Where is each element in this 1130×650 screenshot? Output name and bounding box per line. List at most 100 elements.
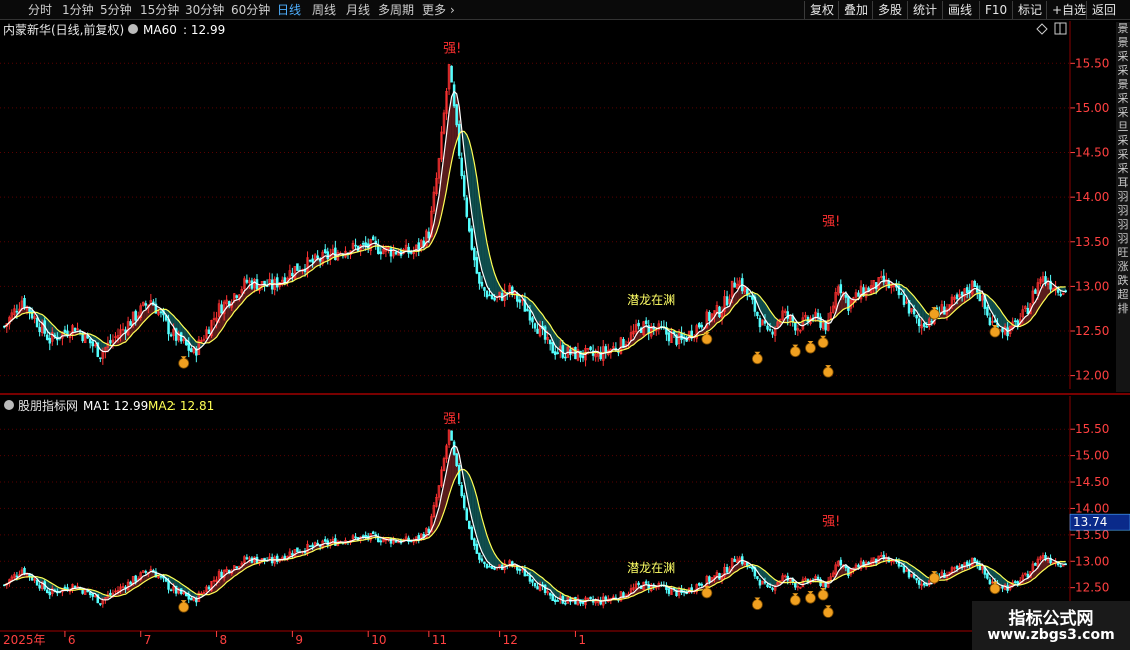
candle-body [296, 547, 299, 553]
ma2-value: : 12.81 [172, 399, 214, 413]
circle-down-icon[interactable] [128, 24, 138, 34]
candle-body [543, 326, 547, 340]
y-tick-label: 15.50 [1075, 422, 1109, 436]
stock-chart[interactable]: 内蒙新华(日线,前复权) MA60: 12.99 15.50 15.00 14.50 14… [0, 20, 1130, 650]
candle-body [334, 247, 337, 261]
period-tab-7[interactable]: 周线 [312, 2, 336, 18]
tool-button-4[interactable]: 画线 [942, 1, 977, 19]
candle-body [794, 582, 797, 588]
period-toolbar: 分时 1分钟 5分钟 15分钟 30分钟 60分钟 日线 周线 月线 多周期 更多 › 复权 叠加 多股 统计… [0, 0, 1130, 20]
candle-body [470, 526, 474, 540]
candle-body [839, 559, 843, 566]
candle-body [1001, 328, 1004, 333]
candle-body [323, 539, 327, 542]
y-tick-label: 14.50 [1075, 146, 1109, 160]
sub-indicator-panel[interactable]: 15.5015.0014.5014.0013.5013.0012.50强!强!潜… [0, 396, 1109, 622]
candle-body [129, 581, 132, 585]
candle-body [134, 310, 137, 321]
x-tick-label: 6 [68, 633, 76, 647]
candle-body [581, 601, 585, 604]
candle-body [485, 563, 489, 568]
period-tab-2[interactable]: 5分钟 [100, 2, 132, 18]
candle-body [35, 317, 39, 328]
candle-body [955, 565, 959, 569]
candle-body [308, 259, 312, 262]
candle-body [473, 538, 476, 546]
candle-body [15, 310, 19, 313]
money-bag-icon [752, 353, 763, 365]
candle-body [91, 593, 94, 597]
tool-button-5[interactable]: F10 [979, 1, 1012, 19]
main-price-panel[interactable]: 15.50 15.00 14.50 14.00 13.50 13.00 12.50 12.00… [0, 21, 1109, 389]
candle-body [667, 588, 671, 594]
candle-body [725, 296, 729, 306]
candle-body [63, 329, 67, 333]
candle-body [551, 342, 554, 354]
candle-body [291, 272, 294, 277]
candle-body [518, 299, 522, 303]
candle-body [667, 332, 671, 342]
x-tick-label: 9 [295, 633, 303, 647]
tool-button-2[interactable]: 多股 [872, 1, 907, 19]
candle-body [457, 123, 461, 156]
tool-button-6[interactable]: 标记 [1012, 1, 1047, 19]
candle-body [965, 287, 969, 294]
tool-button-0[interactable]: 复权 [804, 1, 839, 19]
y-tick-label: 12.00 [1075, 369, 1109, 383]
candle-body [30, 575, 34, 581]
period-tab-10[interactable]: 更多 [422, 2, 446, 18]
candle-body [452, 441, 456, 455]
money-bag-icon [817, 337, 829, 349]
candle-body [311, 544, 314, 548]
period-tab-3[interactable]: 15分钟 [140, 2, 179, 18]
period-tab-1[interactable]: 1分钟 [62, 2, 94, 18]
right-info-strip[interactable]: 景景采采景采采旦采采采耳羽羽羽羽旺涨跌超排 [1116, 22, 1130, 392]
circle-down-icon[interactable] [4, 400, 14, 410]
candle-body [708, 312, 711, 321]
candle-body [468, 520, 471, 529]
period-tab-0[interactable]: 分时 [28, 2, 52, 18]
candle-body [159, 575, 163, 578]
candle-body [756, 576, 759, 579]
candle-body [99, 603, 102, 605]
candle-body [844, 294, 848, 298]
period-tab-6[interactable]: 日线 [277, 2, 301, 18]
money-bag-icon [789, 346, 801, 358]
candle-body [493, 567, 496, 570]
candle-body [751, 295, 754, 300]
tool-button-3[interactable]: 统计 [907, 1, 942, 19]
candle-body [109, 592, 112, 596]
candle-body [296, 263, 299, 271]
candle-body [462, 175, 466, 197]
tool-button-7[interactable]: +自选 [1046, 1, 1091, 19]
candle-body [275, 277, 279, 288]
candle-body [235, 295, 239, 298]
candle-body [922, 582, 926, 586]
period-tab-9[interactable]: 多周期 [378, 2, 414, 18]
candle-body [839, 284, 843, 294]
candle-body [311, 258, 314, 263]
tool-button-8[interactable]: 返回 [1086, 1, 1121, 19]
period-tab-4[interactable]: 30分钟 [185, 2, 224, 18]
candle-body [698, 323, 701, 328]
money-bag-icon [701, 587, 713, 599]
candle-body [816, 312, 820, 318]
candle-body [493, 297, 496, 301]
candle-body [63, 586, 67, 589]
candle-body [190, 597, 193, 601]
candle-body [129, 321, 132, 326]
candle-body [637, 322, 640, 327]
current-price-value: 13.74 [1073, 515, 1107, 529]
candle-body [533, 323, 537, 329]
period-tab-5[interactable]: 60分钟 [231, 2, 270, 18]
period-tab-8[interactable]: 月线 [346, 2, 370, 18]
chevron-right-icon[interactable]: › [450, 2, 455, 18]
candle-body [159, 311, 163, 314]
candle-body [91, 341, 94, 347]
y-tick-label: 12.50 [1075, 324, 1109, 338]
candle-body [1059, 293, 1062, 296]
money-bag-icon [805, 342, 816, 354]
candle-body [470, 228, 474, 250]
tool-button-1[interactable]: 叠加 [838, 1, 873, 19]
candle-body [564, 356, 567, 359]
